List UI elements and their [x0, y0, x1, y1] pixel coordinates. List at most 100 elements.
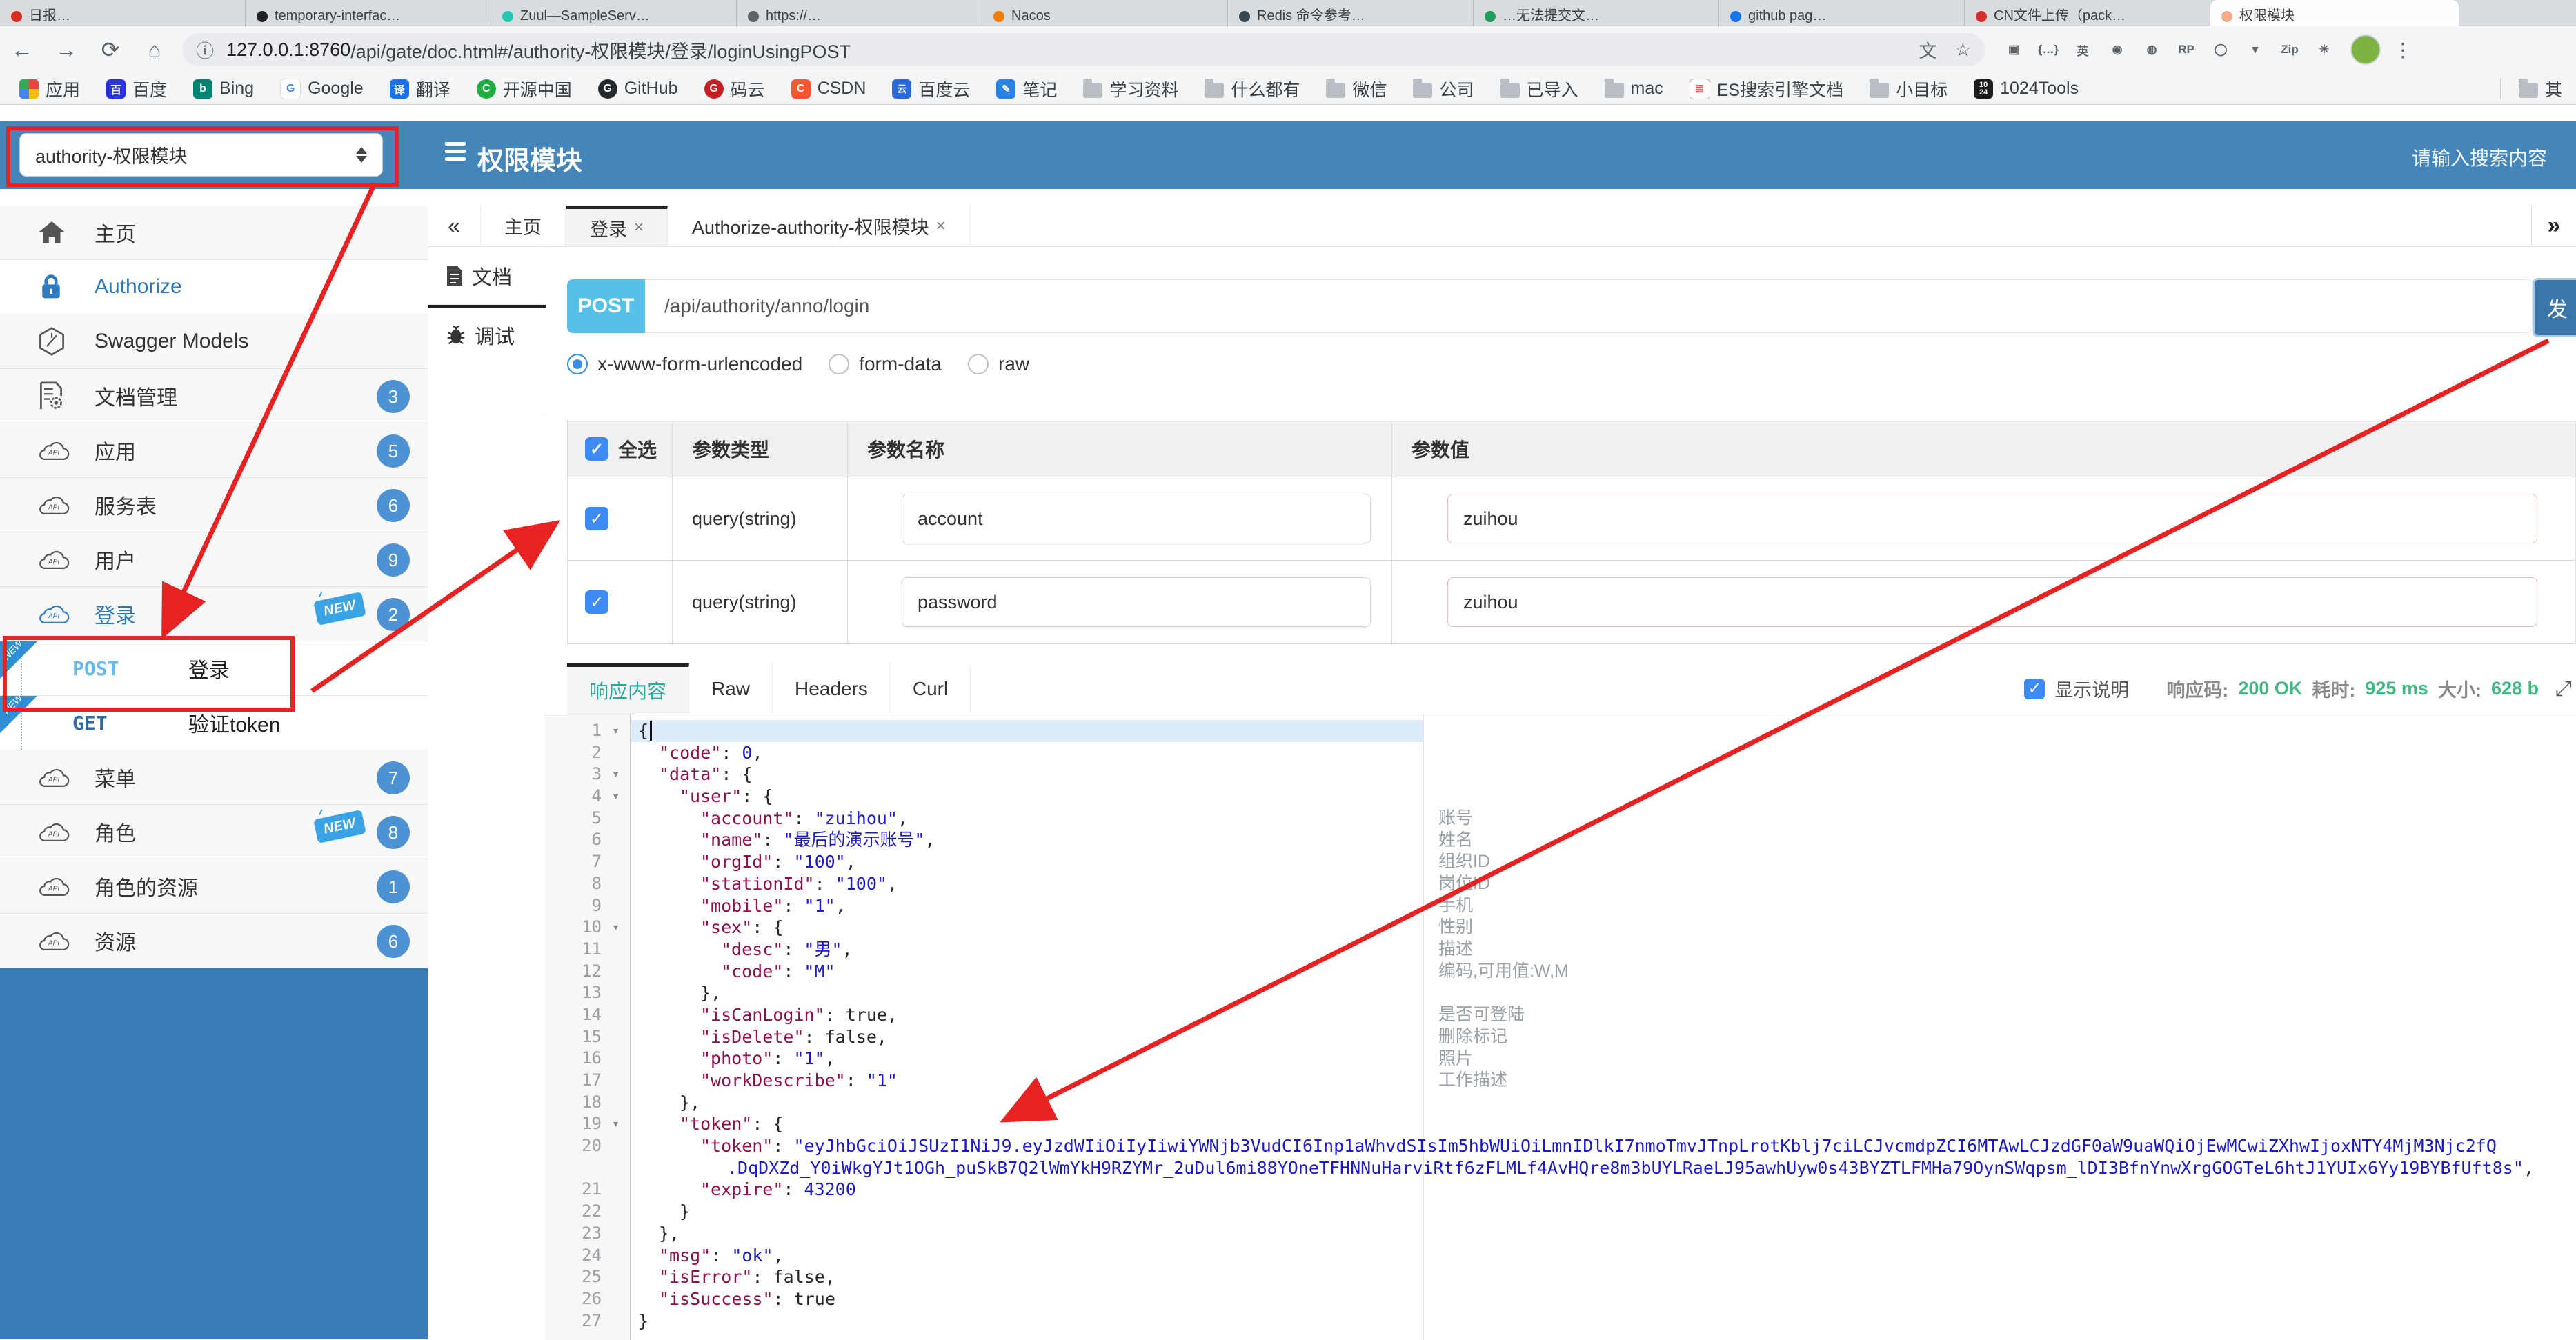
hamburger-icon[interactable]: [445, 142, 466, 167]
sidebar-item[interactable]: 文档管理 3: [0, 369, 428, 423]
content-tab[interactable]: Authorize-authority-权限模块 ×: [668, 206, 970, 246]
bookmark-item[interactable]: 开源中国: [476, 77, 572, 101]
content-tab[interactable]: 登录 ×: [566, 206, 668, 246]
sidebar-item[interactable]: API 角色的资源 1: [0, 859, 428, 914]
close-tab-icon[interactable]: ×: [936, 217, 946, 236]
bookmark-item[interactable]: Bing: [193, 79, 254, 99]
close-tab-icon[interactable]: ×: [634, 218, 644, 237]
request-url-input[interactable]: [645, 279, 2533, 333]
page-info-icon[interactable]: ⓘ: [196, 37, 214, 63]
extension-icon[interactable]: 英: [2070, 37, 2095, 62]
browser-tab[interactable]: …无法提交文…: [1474, 0, 1719, 26]
param-row: ✓ query(string): [568, 560, 2575, 643]
sidebar-item[interactable]: API 资源 6: [0, 914, 428, 968]
profile-avatar[interactable]: [2350, 34, 2381, 65]
address-bar[interactable]: ⓘ 127.0.0.1:8760/api/gate/doc.html#/auth…: [182, 33, 1985, 66]
forward-icon[interactable]: →: [44, 37, 88, 63]
collapse-sidebar-icon[interactable]: «: [428, 206, 480, 246]
response-tab[interactable]: Raw: [689, 663, 773, 714]
param-name-input[interactable]: [902, 577, 1371, 627]
row-checkbox[interactable]: ✓: [585, 590, 608, 614]
body-type-radio[interactable]: raw: [968, 353, 1029, 375]
extension-icon[interactable]: RP: [2174, 37, 2199, 62]
browser-tab[interactable]: 权限模块: [2210, 0, 2459, 26]
body-type-radio[interactable]: form-data: [829, 353, 942, 375]
bookmark-item[interactable]: 百度云: [892, 77, 970, 101]
extension-icon[interactable]: ✳: [2312, 37, 2337, 62]
extension-icon[interactable]: {…}: [2036, 37, 2061, 62]
bookmark-item[interactable]: CSDN: [791, 79, 866, 99]
browser-tab[interactable]: Nacos: [982, 0, 1228, 26]
reload-icon[interactable]: ⟳: [88, 37, 132, 63]
param-name-input[interactable]: [902, 494, 1371, 543]
select-all-checkbox[interactable]: ✓: [585, 437, 608, 461]
bookmark-item[interactable]: 1024Tools: [1974, 79, 2079, 99]
fullscreen-icon[interactable]: ⤢: [2555, 677, 2572, 701]
bookmark-item[interactable]: 翻译: [389, 77, 450, 101]
show-desc-checkbox[interactable]: ✓: [2024, 678, 2045, 699]
home-icon[interactable]: ⌂: [132, 37, 177, 63]
sidebar-item[interactable]: API 登录 NEW 2: [0, 587, 428, 641]
other-bookmarks[interactable]: 其: [2518, 77, 2562, 101]
sidebar-item[interactable]: API 用户 9: [0, 532, 428, 587]
extension-icon[interactable]: ▣: [2001, 37, 2026, 62]
back-icon[interactable]: ←: [0, 37, 44, 63]
browser-menu-icon[interactable]: ⋮: [2393, 39, 2414, 61]
bookmark-item[interactable]: 笔记: [996, 77, 1057, 101]
bookmark-item[interactable]: 应用: [19, 77, 80, 101]
param-value-input[interactable]: [1447, 577, 2537, 627]
response-tab[interactable]: Headers: [773, 663, 891, 714]
body-type-radio[interactable]: x-www-form-urlencoded: [567, 353, 802, 375]
extension-icon[interactable]: ▾: [2243, 37, 2268, 62]
sidebar-item[interactable]: NEW GET 验证token: [0, 692, 428, 750]
param-value-input[interactable]: [1447, 494, 2537, 543]
browser-tab[interactable]: 日报…: [0, 0, 246, 26]
response-tab-label: 响应内容: [589, 681, 667, 702]
bookmark-item[interactable]: 小目标: [1870, 77, 1948, 101]
bookmark-item[interactable]: ES搜索引擎文档: [1689, 77, 1843, 101]
bookmark-item[interactable]: 学习资料: [1083, 77, 1178, 101]
content-tab[interactable]: 主页: [480, 206, 566, 246]
sidebar-item[interactable]: API 菜单 7: [0, 750, 428, 805]
bookmark-item[interactable]: 什么都有: [1205, 77, 1300, 101]
response-tab[interactable]: Curl: [891, 663, 971, 714]
bookmark-item[interactable]: 公司: [1413, 77, 1474, 101]
tab-doc[interactable]: 文档: [428, 247, 546, 305]
browser-tab[interactable]: CN文件上传（pack…: [1965, 0, 2210, 26]
module-select[interactable]: authority-权限模块: [19, 133, 383, 177]
extension-icon[interactable]: ◍: [2139, 37, 2164, 62]
field-annotation: 工作描述: [1438, 1070, 1508, 1090]
bookmark-item[interactable]: 百度: [106, 77, 167, 101]
extension-icon[interactable]: ◯: [2208, 37, 2233, 62]
bookmark-star-icon[interactable]: ☆: [1955, 39, 1971, 61]
browser-tab[interactable]: Zuul—SampleServ…: [491, 0, 737, 26]
translate-icon[interactable]: 文: [1919, 37, 1937, 63]
send-button[interactable]: 发: [2533, 278, 2576, 337]
url-path: /api/gate/doc.html#/authority-权限模块/登录/lo…: [350, 41, 851, 62]
sidebar-item[interactable]: API 角色 NEW 8: [0, 805, 428, 859]
sidebar-item[interactable]: API 服务表 6: [0, 478, 428, 532]
bookmark-item[interactable]: 码云: [704, 77, 765, 101]
browser-tab[interactable]: temporary-interfac…: [246, 0, 491, 26]
sidebar-item[interactable]: Swagger Models: [0, 314, 428, 369]
tab-overflow-icon[interactable]: »: [2531, 206, 2576, 246]
browser-tab[interactable]: Redis 命令参考…: [1228, 0, 1474, 26]
extension-icon[interactable]: ◉: [2105, 37, 2130, 62]
sidebar-item[interactable]: 主页: [0, 206, 428, 260]
bookmark-item[interactable]: Google: [280, 78, 364, 99]
row-checkbox[interactable]: ✓: [585, 507, 608, 530]
bookmark-item[interactable]: GitHub: [597, 79, 678, 99]
bookmark-item[interactable]: mac: [1604, 79, 1663, 99]
sidebar-item[interactable]: NEW POST 登录: [0, 638, 428, 696]
bookmark-item[interactable]: 已导入: [1500, 77, 1578, 101]
extension-icon[interactable]: Zip: [2277, 37, 2302, 62]
response-tab[interactable]: 响应内容: [567, 663, 690, 714]
header-search-input[interactable]: 请输入搜索内容: [2412, 143, 2547, 171]
browser-tab[interactable]: github pag…: [1719, 0, 1965, 26]
response-json-viewer[interactable]: 1 ▾{2 "code": 0, 3 ▾ "data": {4 ▾ "user": {5 "ac…: [545, 714, 2576, 1340]
bookmark-item[interactable]: 微信: [1326, 77, 1387, 101]
tab-debug[interactable]: 调试: [428, 305, 546, 363]
sidebar-item[interactable]: Authorize: [0, 260, 428, 314]
browser-tab[interactable]: https://…: [737, 0, 982, 26]
sidebar-item[interactable]: API 应用 5: [0, 423, 428, 478]
